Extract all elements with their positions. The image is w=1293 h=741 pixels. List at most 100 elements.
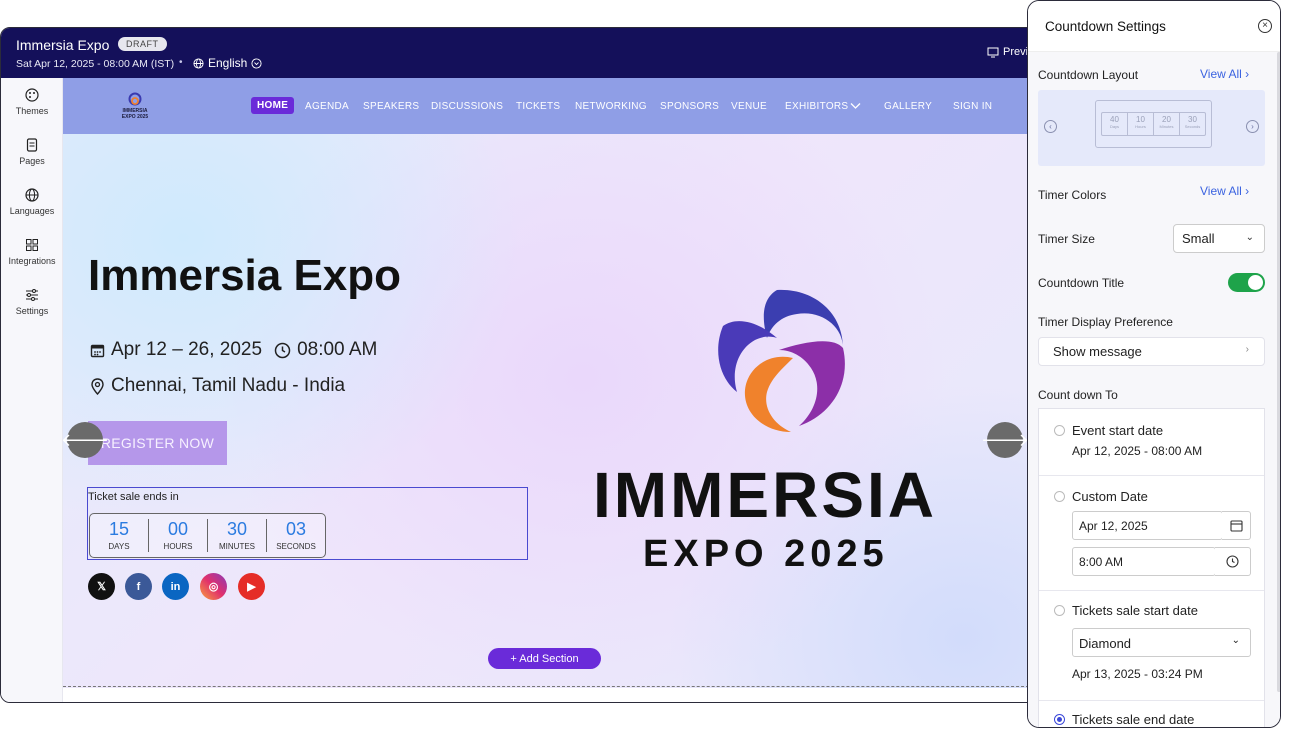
nav-networking[interactable]: NETWORKING [575, 101, 647, 112]
tickets-start-label: Tickets sale start date [1072, 603, 1198, 618]
countdown-title: Ticket sale ends in [88, 491, 179, 503]
countdown-title-toggle[interactable] [1228, 273, 1265, 292]
chevron-right-icon: › [1245, 67, 1250, 81]
sidebar-item-languages[interactable]: Languages [1, 188, 63, 216]
sidebar-item-integrations[interactable]: Integrations [1, 238, 63, 266]
timer-value: 00 [167, 519, 189, 539]
timer-value: 15 [108, 519, 130, 539]
layout-prev-icon[interactable]: ‹ [1044, 120, 1057, 133]
timer-colors-label: Timer Colors [1038, 188, 1107, 202]
site-logo[interactable]: IMMERSIA EXPO 2025 [117, 92, 153, 120]
linkedin-icon[interactable]: in [162, 573, 189, 600]
immersia-swirl-logo-icon [718, 289, 845, 432]
chevron-down-icon: ⌄ [1231, 635, 1240, 646]
mini-value: 20 [1162, 115, 1171, 124]
nav-home[interactable]: HOME [251, 97, 295, 114]
radio-tickets-start[interactable] [1054, 605, 1065, 616]
timer-value: 03 [285, 519, 307, 539]
radio-event-start[interactable] [1054, 425, 1065, 436]
youtube-icon[interactable]: ▶ [238, 573, 265, 600]
nav-speakers[interactable]: SPEAKERS [363, 101, 419, 112]
panel-title: Countdown Settings [1045, 19, 1166, 34]
count-down-to-options: Event start date Apr 12, 2025 - 08:00 AM… [1038, 408, 1265, 727]
nav-exhibitors[interactable]: EXHIBITORS [785, 101, 848, 112]
top-bar: Immersia Expo DRAFT Sat Apr 12, 2025 - 0… [1, 28, 1049, 78]
radio-custom-date[interactable] [1054, 491, 1065, 502]
preview-icon [987, 47, 999, 57]
preview-button[interactable]: Previ [987, 46, 1028, 58]
language-label: English [208, 56, 248, 70]
mini-timer-cells: 40 Days 10 Hours 20 Minutes 30 Seconds [1101, 112, 1206, 136]
divider [1039, 590, 1264, 591]
calendar-icon [1229, 520, 1243, 532]
tickets-start-value: Apr 13, 2025 - 03:24 PM [1072, 667, 1203, 681]
nav-agenda[interactable]: AGENDA [305, 101, 349, 112]
timer-size-select[interactable]: Small ⌄ [1173, 224, 1265, 253]
layout-preview-timer[interactable]: 40 Days 10 Hours 20 Minutes 30 Seconds [1095, 100, 1212, 148]
mini-value: 40 [1110, 115, 1119, 124]
nav-sign-in[interactable]: SIGN IN [953, 101, 992, 112]
display-preference-value: Show message [1053, 344, 1142, 359]
countdown-title-label: Countdown Title [1038, 276, 1125, 290]
facebook-icon[interactable]: f [125, 573, 152, 600]
timer-value: 30 [226, 519, 248, 539]
sidebar-item-label: Themes [15, 106, 49, 116]
custom-time-input[interactable]: 8:00 AM [1072, 547, 1216, 576]
view-all-text: View All [1200, 184, 1242, 198]
mini-timer-cell: 10 Hours [1128, 113, 1154, 135]
mini-timer-cell: 20 Minutes [1154, 113, 1180, 135]
layout-next-icon[interactable]: › [1246, 120, 1259, 133]
chevron-down-icon [251, 57, 262, 69]
mini-timer-cell: 30 Seconds [1180, 113, 1205, 135]
custom-date-input[interactable]: Apr 12, 2025 [1072, 511, 1223, 540]
sidebar-item-label: Integrations [8, 256, 56, 266]
instagram-icon[interactable]: ◎ [200, 573, 227, 600]
event-location-line: Chennai, Tamil Nadu - India [90, 375, 345, 397]
close-icon[interactable]: × [1258, 19, 1272, 33]
custom-date-label: Custom Date [1072, 489, 1148, 504]
nav-discussions[interactable]: DISCUSSIONS [431, 101, 503, 112]
chevron-right-icon: › [1245, 184, 1250, 198]
sidebar-item-pages[interactable]: Pages [1, 138, 63, 166]
divider [1039, 700, 1264, 701]
radio-tickets-end[interactable] [1054, 714, 1065, 725]
nav-sponsors[interactable]: SPONSORS [660, 101, 719, 112]
event-title: Immersia Expo [16, 37, 110, 53]
page-canvas: IMMERSIA EXPO 2025 HOME AGENDA SPEAKERS … [63, 78, 1049, 688]
event-start-label: Event start date [1072, 423, 1164, 438]
countdown-timer: 15 DAYS 00 HOURS 30 MINUTES 03 SECONDS [89, 513, 326, 558]
layout-view-all-link[interactable]: View All › [1200, 67, 1249, 81]
sidebar-item-settings[interactable]: Settings [1, 288, 63, 316]
x-social-icon[interactable]: 𝕏 [88, 573, 115, 600]
view-all-text: View All [1200, 67, 1242, 81]
nav-gallery[interactable]: GALLERY [884, 101, 932, 112]
timer-unit: DAYS [108, 542, 130, 551]
mini-unit: Days [1109, 124, 1120, 129]
nav-venue[interactable]: VENUE [731, 101, 767, 112]
sidebar-item-themes[interactable]: Themes [1, 88, 63, 116]
hero-title: Immersia Expo [88, 251, 402, 300]
carousel-next-button[interactable]: 🡒 [981, 422, 1029, 458]
timer-size-value: Small [1182, 231, 1215, 246]
colors-view-all-link[interactable]: View All › [1200, 184, 1249, 198]
sidebar-item-label: Pages [19, 156, 45, 166]
clock-icon [274, 342, 291, 358]
countdown-widget[interactable]: Ticket sale ends in 15 DAYS 00 HOURS 30 MIN… [87, 487, 528, 560]
time-picker-button[interactable] [1215, 547, 1251, 576]
ticket-type-select[interactable]: Diamond ⌄ [1072, 628, 1251, 657]
mini-timer-cell: 40 Days [1102, 113, 1128, 135]
display-preference-field[interactable]: Show message › [1038, 337, 1265, 366]
panel-scrollbar[interactable] [1277, 52, 1280, 692]
swirl-logo-icon [128, 92, 142, 106]
calendar-picker-button[interactable] [1222, 511, 1251, 540]
language-selector[interactable]: English [193, 56, 262, 70]
timer-unit: SECONDS [276, 542, 316, 551]
add-section-button[interactable]: + Add Section [488, 648, 601, 669]
preview-label: Previ [1003, 46, 1029, 58]
sidebar-item-label: Settings [15, 306, 49, 316]
mini-unit: Hours [1135, 124, 1146, 129]
timer-unit: HOURS [163, 542, 193, 551]
chevron-down-icon[interactable] [850, 102, 861, 110]
carousel-prev-button[interactable]: 🡐 [63, 422, 109, 458]
nav-tickets[interactable]: TICKETS [516, 101, 560, 112]
